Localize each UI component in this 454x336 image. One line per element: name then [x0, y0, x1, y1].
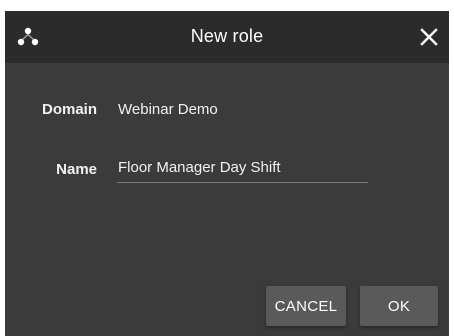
ok-button[interactable]: OK [360, 286, 438, 326]
dialog-titlebar: New role [5, 11, 449, 63]
domain-label: Domain [41, 101, 97, 118]
cancel-button[interactable]: CANCEL [266, 286, 346, 326]
domain-value: Webinar Demo [118, 101, 218, 118]
dialog-title: New role [190, 26, 264, 46]
name-label: Name [56, 161, 97, 178]
new-role-dialog: New role Domain Webinar Demo Name CANCEL… [5, 11, 449, 336]
name-input[interactable] [117, 152, 368, 183]
close-icon[interactable] [415, 28, 443, 55]
close-button[interactable] [415, 23, 443, 51]
